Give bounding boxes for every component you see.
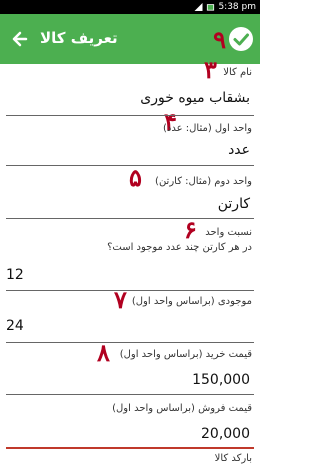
barcode-label: بارکد کالا [214, 453, 252, 464]
unit-ratio-value[interactable]: 12 [6, 267, 24, 283]
check-circle-icon[interactable] [228, 26, 254, 52]
unit-ratio-label: نسبت واحد [205, 227, 252, 238]
status-time: 5:38 pm [218, 2, 256, 12]
stock-label: موجودی (براساس واحد اول) [131, 296, 252, 307]
first-unit-label: واحد اول (مثال: عدد) [163, 123, 252, 134]
first-unit-value[interactable]: عدد [228, 142, 250, 158]
stock-field[interactable]: موجودی (براساس واحد اول) 24 [6, 291, 254, 343]
product-name-label: نام کالا [223, 67, 252, 78]
second-unit-field[interactable]: واحد دوم (مثال: کارتن) کارتن [6, 166, 254, 219]
sell-price-field[interactable]: قیمت فروش (براساس واحد اول) 20,000 [6, 395, 254, 449]
status-bar: 5:38 pm [0, 0, 260, 14]
stock-value[interactable]: 24 [6, 318, 24, 334]
product-name-field[interactable]: نام کالا بشقاب میوه خوری [6, 64, 254, 116]
page-title: تعریف کالا [40, 29, 118, 47]
annotation-9: ٩ [213, 25, 226, 54]
unit-ratio-field[interactable]: نسبت واحد در هر کارتن چند عدد موجود است؟… [6, 219, 254, 291]
app-bar: تعریف کالا ٩ [0, 14, 260, 64]
second-unit-label: واحد دوم (مثال: کارتن) [155, 176, 252, 187]
arrow-left-icon[interactable] [4, 23, 36, 55]
first-unit-field[interactable]: واحد اول (مثال: عدد) عدد [6, 116, 254, 166]
second-unit-value[interactable]: کارتن [218, 196, 250, 212]
buy-price-label: قیمت خرید (براساس واحد اول) [119, 349, 252, 360]
battery-icon [207, 4, 215, 11]
signal-icon [194, 3, 203, 11]
sell-price-value[interactable]: 20,000 [201, 426, 250, 442]
buy-price-value[interactable]: 150,000 [192, 372, 250, 388]
unit-ratio-hint: در هر کارتن چند عدد موجود است؟ [107, 242, 252, 253]
sell-price-label: قیمت فروش (براساس واحد اول) [112, 403, 252, 414]
barcode-field[interactable]: بارکد کالا [6, 449, 254, 464]
product-name-value[interactable]: بشقاب میوه خوری [140, 90, 250, 106]
buy-price-field[interactable]: قیمت خرید (براساس واحد اول) 150,000 [6, 343, 254, 395]
